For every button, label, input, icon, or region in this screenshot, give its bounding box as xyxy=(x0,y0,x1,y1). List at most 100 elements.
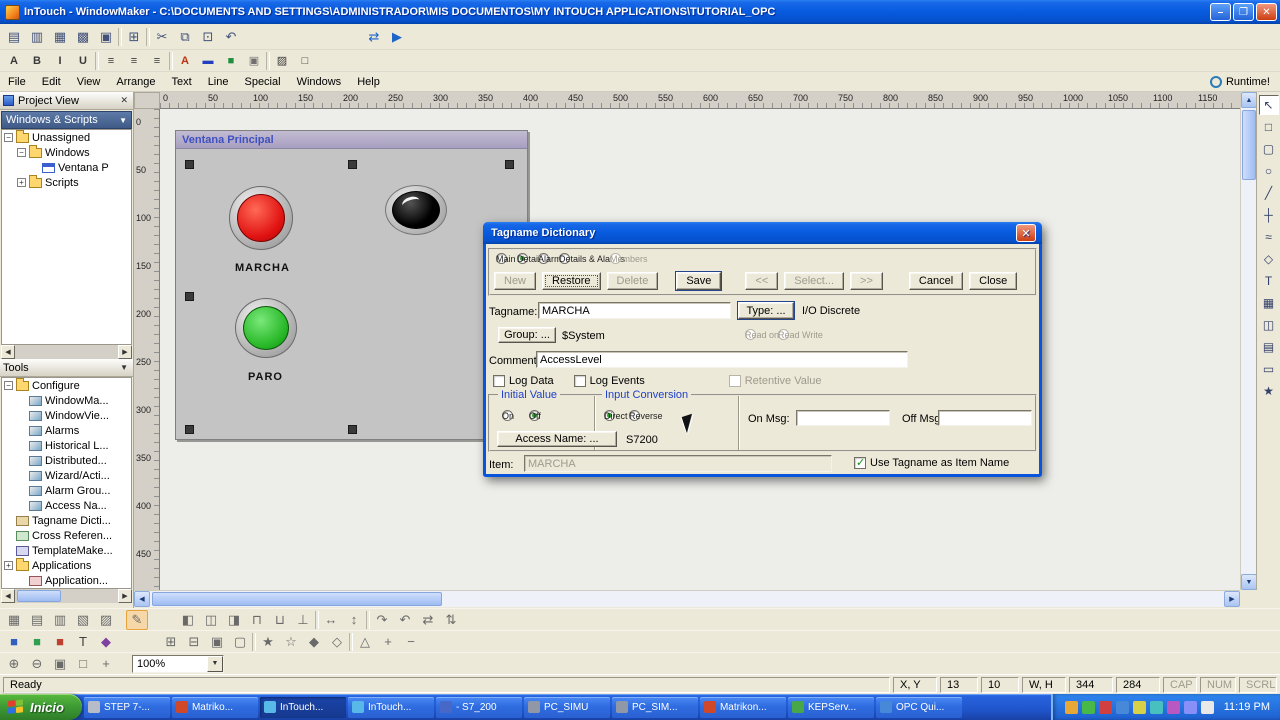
toolbar-separator[interactable] xyxy=(266,51,270,70)
scroll-track[interactable] xyxy=(150,591,1224,607)
tree-item[interactable]: Application... xyxy=(2,573,131,588)
chevron-down-icon[interactable] xyxy=(207,655,223,672)
layout-icon[interactable]: ▨ xyxy=(95,610,117,630)
title-bar[interactable]: InTouch - WindowMaker - C:\DOCUMENTS AND… xyxy=(0,0,1280,24)
marcha-label[interactable]: MARCHA xyxy=(235,262,290,274)
pattern-icon[interactable]: ▨ xyxy=(271,51,293,71)
align-top-icon[interactable]: ⊓ xyxy=(246,610,268,630)
align-bottom-icon[interactable]: ⊥ xyxy=(292,610,314,630)
alarms-radio[interactable]: Alarms xyxy=(538,253,566,264)
canvas-vertical-scrollbar[interactable] xyxy=(1240,92,1257,590)
tree-item[interactable]: − Configure xyxy=(2,378,131,393)
fill-color-icon[interactable]: ■ xyxy=(220,51,242,71)
window-color-icon[interactable]: ▣ xyxy=(243,51,265,71)
type-button[interactable]: Type: ... xyxy=(738,302,794,319)
selection-handle[interactable] xyxy=(348,425,357,434)
tree-item[interactable]: − Windows xyxy=(2,144,131,160)
text-color-icon[interactable]: A xyxy=(174,51,196,71)
fill-mode-icon[interactable]: ■ xyxy=(26,632,48,652)
tagname-input[interactable] xyxy=(538,302,731,319)
chevron-down-icon[interactable] xyxy=(119,116,127,125)
tree-item[interactable]: Wizard/Acti... xyxy=(2,468,131,483)
toolbar-separator[interactable] xyxy=(118,27,122,46)
tray-icon-3[interactable] xyxy=(1098,700,1112,714)
reverse-radio[interactable]: Reverse xyxy=(629,410,663,421)
toolbar-separator[interactable] xyxy=(315,610,319,629)
rotate-cw-icon[interactable]: ↷ xyxy=(371,610,393,630)
scroll-right-icon[interactable] xyxy=(1224,591,1240,607)
off-msg-input[interactable] xyxy=(938,410,1032,426)
menu-item[interactable]: File xyxy=(0,72,34,91)
save-window-icon[interactable]: ▦ xyxy=(49,27,71,47)
tree-item[interactable]: + Applications xyxy=(2,557,131,573)
tools-tree-hscrollbar[interactable] xyxy=(1,589,132,603)
off-radio[interactable]: Off xyxy=(529,410,541,421)
group-symbol-icon[interactable]: ▣ xyxy=(206,632,228,652)
menu-item[interactable]: Arrange xyxy=(108,72,163,91)
tree-item[interactable]: + Scripts xyxy=(2,174,131,190)
pilot-lamp-object[interactable] xyxy=(385,185,447,235)
maximize-button[interactable]: ❐ xyxy=(1233,3,1254,21)
object-mode-icon[interactable]: ◆ xyxy=(95,632,117,652)
transparent-icon[interactable]: □ xyxy=(294,51,316,71)
cancel-button[interactable]: Cancel xyxy=(908,272,964,290)
task-kepserver[interactable]: KEPServ... xyxy=(787,696,874,718)
bitmap-tool[interactable]: ▦ xyxy=(1259,293,1279,313)
scroll-thumb[interactable] xyxy=(17,590,61,602)
hv-line-tool[interactable]: ┼ xyxy=(1259,205,1279,225)
tree-item[interactable]: Tagname Dicti... xyxy=(2,513,131,528)
runtime-menu-item[interactable]: Runtime! xyxy=(1200,75,1280,88)
break-symbol-icon[interactable]: ☆ xyxy=(280,632,302,652)
button-tool[interactable]: ▭ xyxy=(1259,359,1279,379)
selection-handle[interactable] xyxy=(185,160,194,169)
cut-icon[interactable]: ✂ xyxy=(151,27,173,47)
item-input[interactable] xyxy=(524,455,832,472)
align-center-icon[interactable]: ◫ xyxy=(200,610,222,630)
design-window-ventana-principal[interactable]: Ventana Principal MARCHA PARO xyxy=(175,130,528,440)
menu-item[interactable]: Edit xyxy=(34,72,69,91)
expand-toggle-icon[interactable]: − xyxy=(4,381,13,390)
tools-panel-header[interactable]: Tools xyxy=(0,359,133,377)
chevron-down-icon[interactable] xyxy=(118,363,130,372)
text-mode-icon[interactable]: T xyxy=(72,632,94,652)
selection-handle[interactable] xyxy=(505,160,514,169)
log-data-checkbox[interactable]: Log Data xyxy=(493,375,554,387)
send-to-back-icon[interactable]: ⊟ xyxy=(183,632,205,652)
main-radio[interactable]: Main xyxy=(496,253,516,264)
design-window-title-bar[interactable]: Ventana Principal xyxy=(176,131,527,149)
zoom-in-icon[interactable]: ⊕ xyxy=(3,654,25,674)
on-msg-input[interactable] xyxy=(796,410,890,426)
members-radio[interactable]: Members xyxy=(610,253,648,264)
rounded-rectangle-tool[interactable]: ▢ xyxy=(1259,139,1279,159)
close-button[interactable]: Close xyxy=(969,272,1018,290)
direct-radio[interactable]: Direct xyxy=(604,410,628,421)
tree-item[interactable]: Access Na... xyxy=(2,498,131,513)
tree-item[interactable]: Historical L... xyxy=(2,438,131,453)
zoom-selection-icon[interactable]: ▣ xyxy=(49,654,71,674)
scroll-right-icon[interactable] xyxy=(118,345,132,359)
menu-item[interactable]: Special xyxy=(236,72,288,91)
restore-button[interactable]: Restore xyxy=(542,272,601,290)
bold-icon[interactable]: B xyxy=(26,51,48,71)
project-view-header[interactable]: Project View ✕ xyxy=(0,92,133,110)
expand-toggle-icon[interactable]: + xyxy=(17,178,26,187)
menu-item[interactable]: Text xyxy=(164,72,200,91)
tray-icon-2[interactable] xyxy=(1081,700,1095,714)
polygon-tool[interactable]: ◇ xyxy=(1259,249,1279,269)
details-radio[interactable]: Details xyxy=(517,253,545,264)
scroll-thumb[interactable] xyxy=(152,592,442,606)
log-events-checkbox[interactable]: Log Events xyxy=(573,375,645,387)
bring-to-front-icon[interactable]: ⊞ xyxy=(160,632,182,652)
task-intouch-windowmaker[interactable]: InTouch... xyxy=(259,696,346,718)
zoom-page-icon[interactable]: □ xyxy=(72,654,94,674)
task-opc-quick[interactable]: OPC Qui... xyxy=(875,696,962,718)
space-vertical-icon[interactable]: ↕ xyxy=(343,610,365,630)
wizard-tool[interactable]: ★ xyxy=(1259,381,1279,401)
task-pc-simu[interactable]: PC_SIMU xyxy=(523,696,610,718)
close-window-icon[interactable]: ▣ xyxy=(95,27,117,47)
select-button[interactable]: Select... xyxy=(784,272,845,290)
toolbar-separator[interactable] xyxy=(146,27,150,46)
toolbar-separator[interactable] xyxy=(169,51,173,70)
paste-icon[interactable]: ⊡ xyxy=(197,27,219,47)
tray-icon-5[interactable] xyxy=(1132,700,1146,714)
